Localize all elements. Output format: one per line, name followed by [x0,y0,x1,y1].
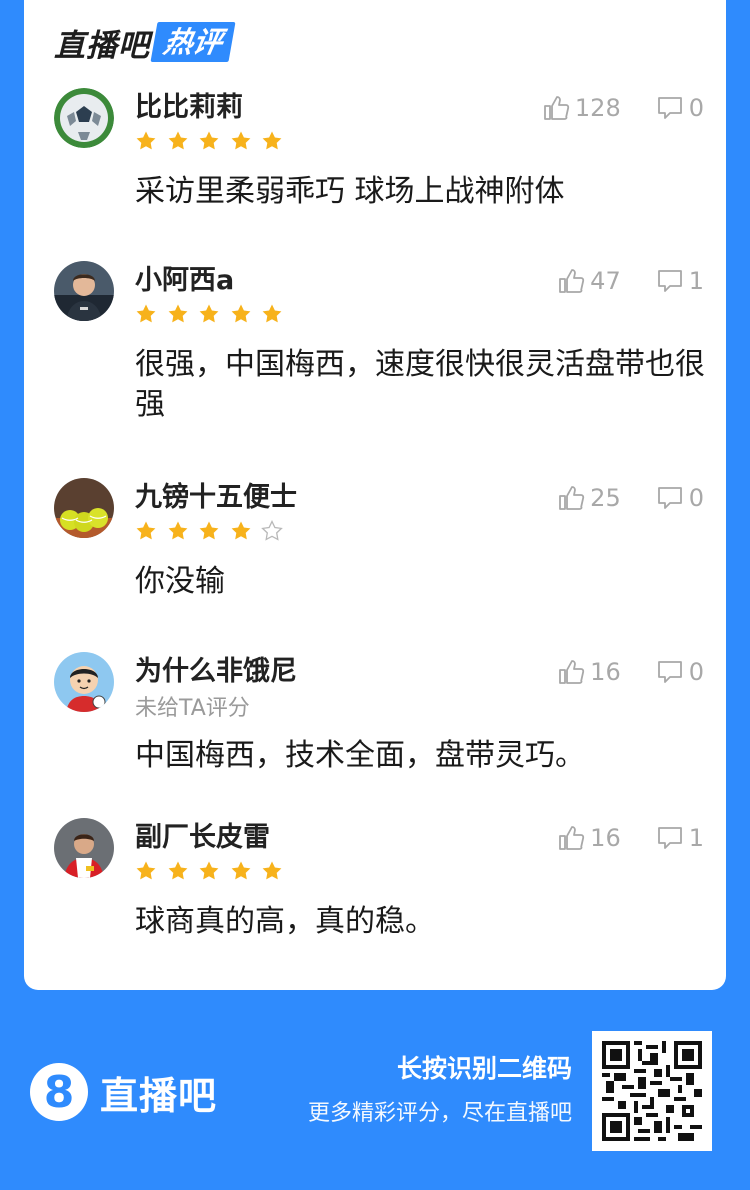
thumbs-up-icon [556,266,590,296]
star-filled-icon [230,303,252,325]
avatar[interactable] [54,478,114,538]
comment-actions: 16 0 [556,652,704,692]
star-filled-icon [167,860,189,882]
qr-code[interactable] [592,1031,712,1151]
star-filled-icon [135,130,157,152]
like-count: 25 [590,484,621,512]
promo-title: 长按识别二维码 [396,1054,572,1083]
comment-text: 球商真的高，真的稳。 [135,904,435,939]
star-filled-icon [198,303,220,325]
reply-button[interactable]: 1 [655,266,704,296]
reply-count: 0 [688,484,704,512]
avatar[interactable] [54,652,114,712]
star-filled-icon [261,303,283,325]
like-button[interactable]: 47 [556,266,621,296]
reply-count: 0 [688,658,704,686]
username[interactable]: 为什么非饿尼 [135,652,297,692]
star-filled-icon [167,130,189,152]
logo-brand-text: 直播吧 [54,27,150,64]
star-filled-icon [135,303,157,325]
like-button[interactable]: 16 [556,657,621,687]
star-filled-icon [198,520,220,542]
reply-button[interactable]: 1 [655,823,704,853]
star-filled-icon [198,860,220,882]
logo-hot-badge: 热评 [150,22,236,62]
star-filled-icon [230,130,252,152]
star-filled-icon [135,520,157,542]
footer-brand-text: 直播吧 [100,1073,218,1118]
avatar[interactable] [54,88,114,148]
star-filled-icon [167,303,189,325]
rating-stars [135,130,293,152]
star-filled-icon [230,860,252,882]
rating-stars [135,860,293,882]
like-count: 128 [574,94,621,122]
username[interactable]: 小阿西a [135,261,234,301]
promo-subtitle: 更多精彩评分，尽在直播吧 [307,1101,572,1126]
comment-bubble-icon [655,483,689,513]
like-count: 16 [590,658,621,686]
like-button[interactable]: 25 [556,483,621,513]
brand-logo: 直播吧 热评 [54,18,236,66]
star-empty-icon [261,520,283,542]
comment-actions: 128 0 [541,88,704,128]
comment-bubble-icon [655,657,689,687]
avatar[interactable] [54,261,114,321]
username[interactable]: 九镑十五便士 [135,478,297,518]
comment-bubble-icon [655,93,689,123]
comment-text: 很强，中国梅西，速度很快很灵活盘带也很强 [135,347,705,422]
comment-bubble-icon [655,823,689,853]
reply-count: 0 [688,94,704,122]
star-filled-icon [261,130,283,152]
like-button[interactable]: 128 [541,93,621,123]
star-filled-icon [230,520,252,542]
star-filled-icon [261,860,283,882]
qr-code-icon [602,1041,702,1141]
like-count: 16 [590,824,621,852]
reply-button[interactable]: 0 [655,657,704,687]
comment-text: 你没输 [135,564,225,599]
avatar[interactable] [54,818,114,878]
thumbs-up-icon [556,657,590,687]
rating-stars [135,520,293,542]
qr-promo: 长按识别二维码 更多精彩评分，尽在直播吧 [308,1050,572,1132]
like-button[interactable]: 16 [556,823,621,853]
reply-button[interactable]: 0 [655,93,704,123]
rating-stars [135,303,293,325]
comment-actions: 25 0 [556,478,704,518]
like-count: 47 [590,267,621,295]
thumbs-up-icon [556,483,590,513]
reply-count: 1 [688,267,704,295]
star-filled-icon [198,130,220,152]
comment-text: 中国梅西，技术全面，盘带灵巧。 [135,738,585,773]
comment-actions: 47 1 [556,261,704,301]
no-rating-label: 未给TA评分 [135,696,250,721]
username[interactable]: 副厂长皮雷 [135,818,270,858]
comment-bubble-icon [655,266,689,296]
comment-actions: 16 1 [556,818,704,858]
logo-8-icon: 8 [30,1063,88,1121]
thumbs-up-icon [541,93,575,123]
star-filled-icon [167,520,189,542]
comment-text: 采访里柔弱乖巧 球场上战神附体 [135,174,565,209]
username[interactable]: 比比莉莉 [135,88,243,128]
reply-button[interactable]: 0 [655,483,704,513]
reply-count: 1 [688,824,704,852]
star-filled-icon [135,860,157,882]
footer-logo: 8 直播吧 [30,1063,217,1121]
thumbs-up-icon [556,823,590,853]
